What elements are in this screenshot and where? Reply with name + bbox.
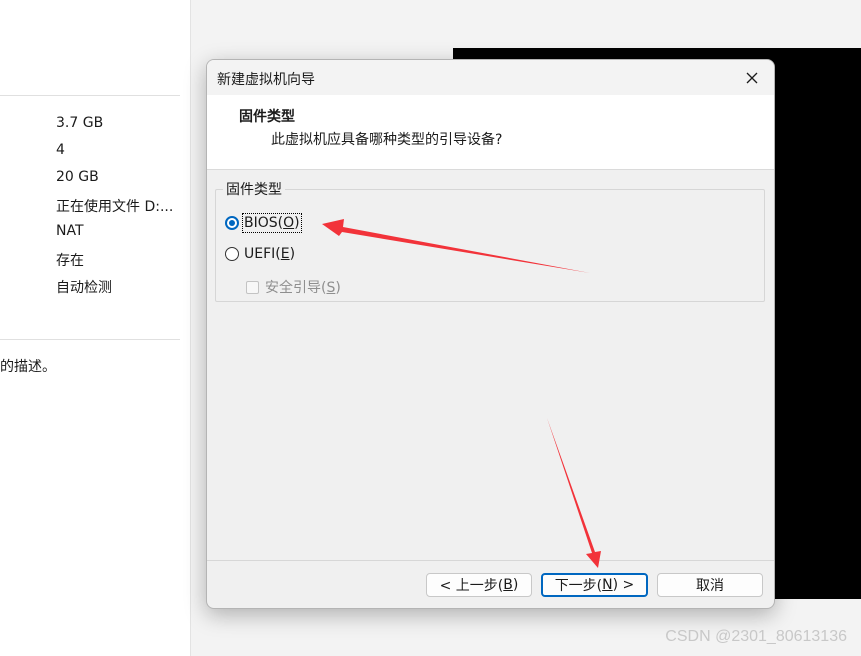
dialog-title: 新建虚拟机向导 bbox=[217, 72, 315, 88]
wizard-header: 固件类型 此虚拟机应具备哪种类型的引导设备? bbox=[207, 95, 774, 170]
bios-label: BIOS(O) bbox=[242, 213, 302, 233]
spec-processors: 4 bbox=[56, 142, 65, 158]
close-icon bbox=[746, 72, 758, 83]
spec-network: NAT bbox=[56, 223, 84, 239]
bios-radio[interactable]: BIOS(O) bbox=[225, 213, 302, 233]
group-label: 固件类型 bbox=[223, 179, 285, 199]
cancel-button[interactable]: 取消 bbox=[657, 573, 763, 597]
spec-disk: 20 GB bbox=[56, 169, 99, 185]
spec-memory: 3.7 GB bbox=[56, 115, 104, 131]
secure-boot-label: 安全引导(S) bbox=[265, 280, 341, 296]
csdn-watermark: CSDN @2301_80613136 bbox=[665, 628, 847, 645]
checkbox-unchecked-icon bbox=[246, 280, 259, 294]
uefi-label: UEFI(E) bbox=[244, 246, 296, 262]
page-title: 固件类型 bbox=[239, 109, 295, 125]
new-vm-wizard-dialog: 新建虚拟机向导 固件类型 此虚拟机应具备哪种类型的引导设备? 固件类型 BIOS… bbox=[206, 59, 775, 609]
back-button[interactable]: < 上一步(B) bbox=[426, 573, 532, 597]
description-fragment: 的描述。 bbox=[0, 359, 56, 375]
panel-divider bbox=[0, 339, 180, 340]
close-button[interactable] bbox=[730, 60, 774, 95]
secure-boot-checkbox[interactable]: 安全引导(S) bbox=[246, 277, 341, 297]
spec-cdrom: 正在使用文件 D:... bbox=[56, 199, 174, 215]
spec-sound: 自动检测 bbox=[56, 280, 112, 296]
uefi-radio[interactable]: UEFI(E) bbox=[225, 246, 295, 262]
radio-unchecked-icon bbox=[225, 247, 239, 261]
panel-divider bbox=[0, 95, 180, 96]
page-subtitle: 此虚拟机应具备哪种类型的引导设备? bbox=[271, 132, 503, 148]
radio-checked-icon bbox=[225, 216, 239, 230]
footer-divider bbox=[207, 560, 774, 561]
spec-usb: 存在 bbox=[56, 253, 84, 269]
next-button[interactable]: 下一步(N) > bbox=[541, 573, 648, 597]
background-details-panel: 3.7 GB 4 20 GB 正在使用文件 D:... NAT 存在 自动检测 … bbox=[0, 0, 191, 656]
dialog-titlebar[interactable]: 新建虚拟机向导 bbox=[207, 60, 774, 95]
